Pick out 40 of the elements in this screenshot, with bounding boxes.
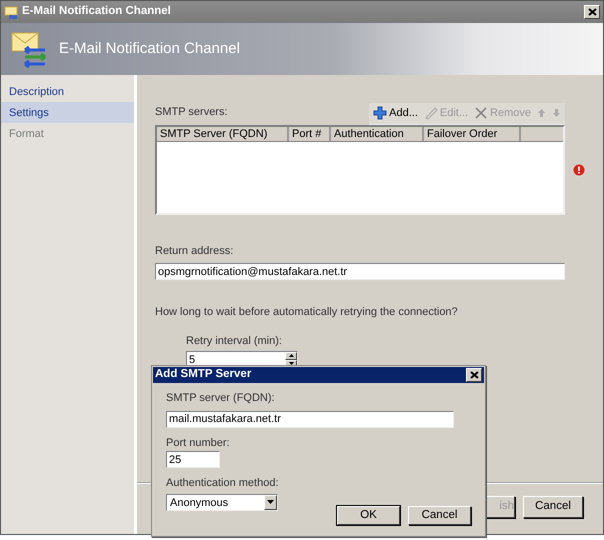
column-header[interactable]: Failover Order xyxy=(424,126,521,140)
pencil-icon xyxy=(424,106,438,120)
down-arrow-icon xyxy=(288,362,294,365)
close-button[interactable] xyxy=(466,368,482,382)
dropdown-arrow-icon xyxy=(267,500,274,504)
column-header[interactable]: Authentication xyxy=(331,126,424,140)
question-text: How long to wait before automatically retrying the connection? xyxy=(155,305,459,320)
sidebar-item[interactable]: Settings xyxy=(1,102,134,123)
header-title: E-Mail Notification Channel xyxy=(59,38,240,59)
field-label: Retry interval (min): xyxy=(186,334,283,348)
dialog-title: Add SMTP Server xyxy=(155,367,252,382)
close-icon xyxy=(470,371,478,379)
dialog-button[interactable]: OK xyxy=(337,506,400,524)
field-label: Port number: xyxy=(166,436,231,450)
column-header[interactable]: SMTP Server (FQDN) xyxy=(157,126,289,140)
field-label: SMTP server (FQDN): xyxy=(166,391,276,406)
down-arrow-icon xyxy=(552,108,561,118)
server-field[interactable]: mail.mustafakara.net.tr xyxy=(166,410,454,428)
dialog-button[interactable]: Cancel xyxy=(408,506,471,524)
port-field[interactable]: 25 xyxy=(166,451,220,468)
plus-icon xyxy=(373,106,388,120)
column-header[interactable]: Port # xyxy=(289,126,331,140)
field-label: SMTP servers: xyxy=(155,105,228,120)
x-icon xyxy=(474,106,488,120)
authentication-dropdown[interactable]: Anonymous xyxy=(166,494,278,510)
mail-icon xyxy=(4,5,18,19)
up-arrow-icon xyxy=(288,354,294,358)
return-address-field[interactable]: opsmgrnotification@mustafakara.net.tr xyxy=(155,263,565,280)
close-icon xyxy=(588,8,596,16)
field-label: Return address: xyxy=(155,244,234,258)
mail-icon xyxy=(11,30,47,68)
field-label: Authentication method: xyxy=(166,476,280,491)
sidebar-item[interactable]: Description xyxy=(1,81,134,102)
up-arrow-icon xyxy=(537,108,546,118)
dropdown-value: Anonymous xyxy=(169,496,230,510)
close-button[interactable] xyxy=(584,5,600,19)
add-button[interactable]: Add... xyxy=(373,105,418,122)
wizard-button[interactable]: Cancel xyxy=(523,496,583,518)
window-title: E-Mail Notification Channel xyxy=(22,4,171,20)
retry-value: 5 xyxy=(188,353,196,367)
